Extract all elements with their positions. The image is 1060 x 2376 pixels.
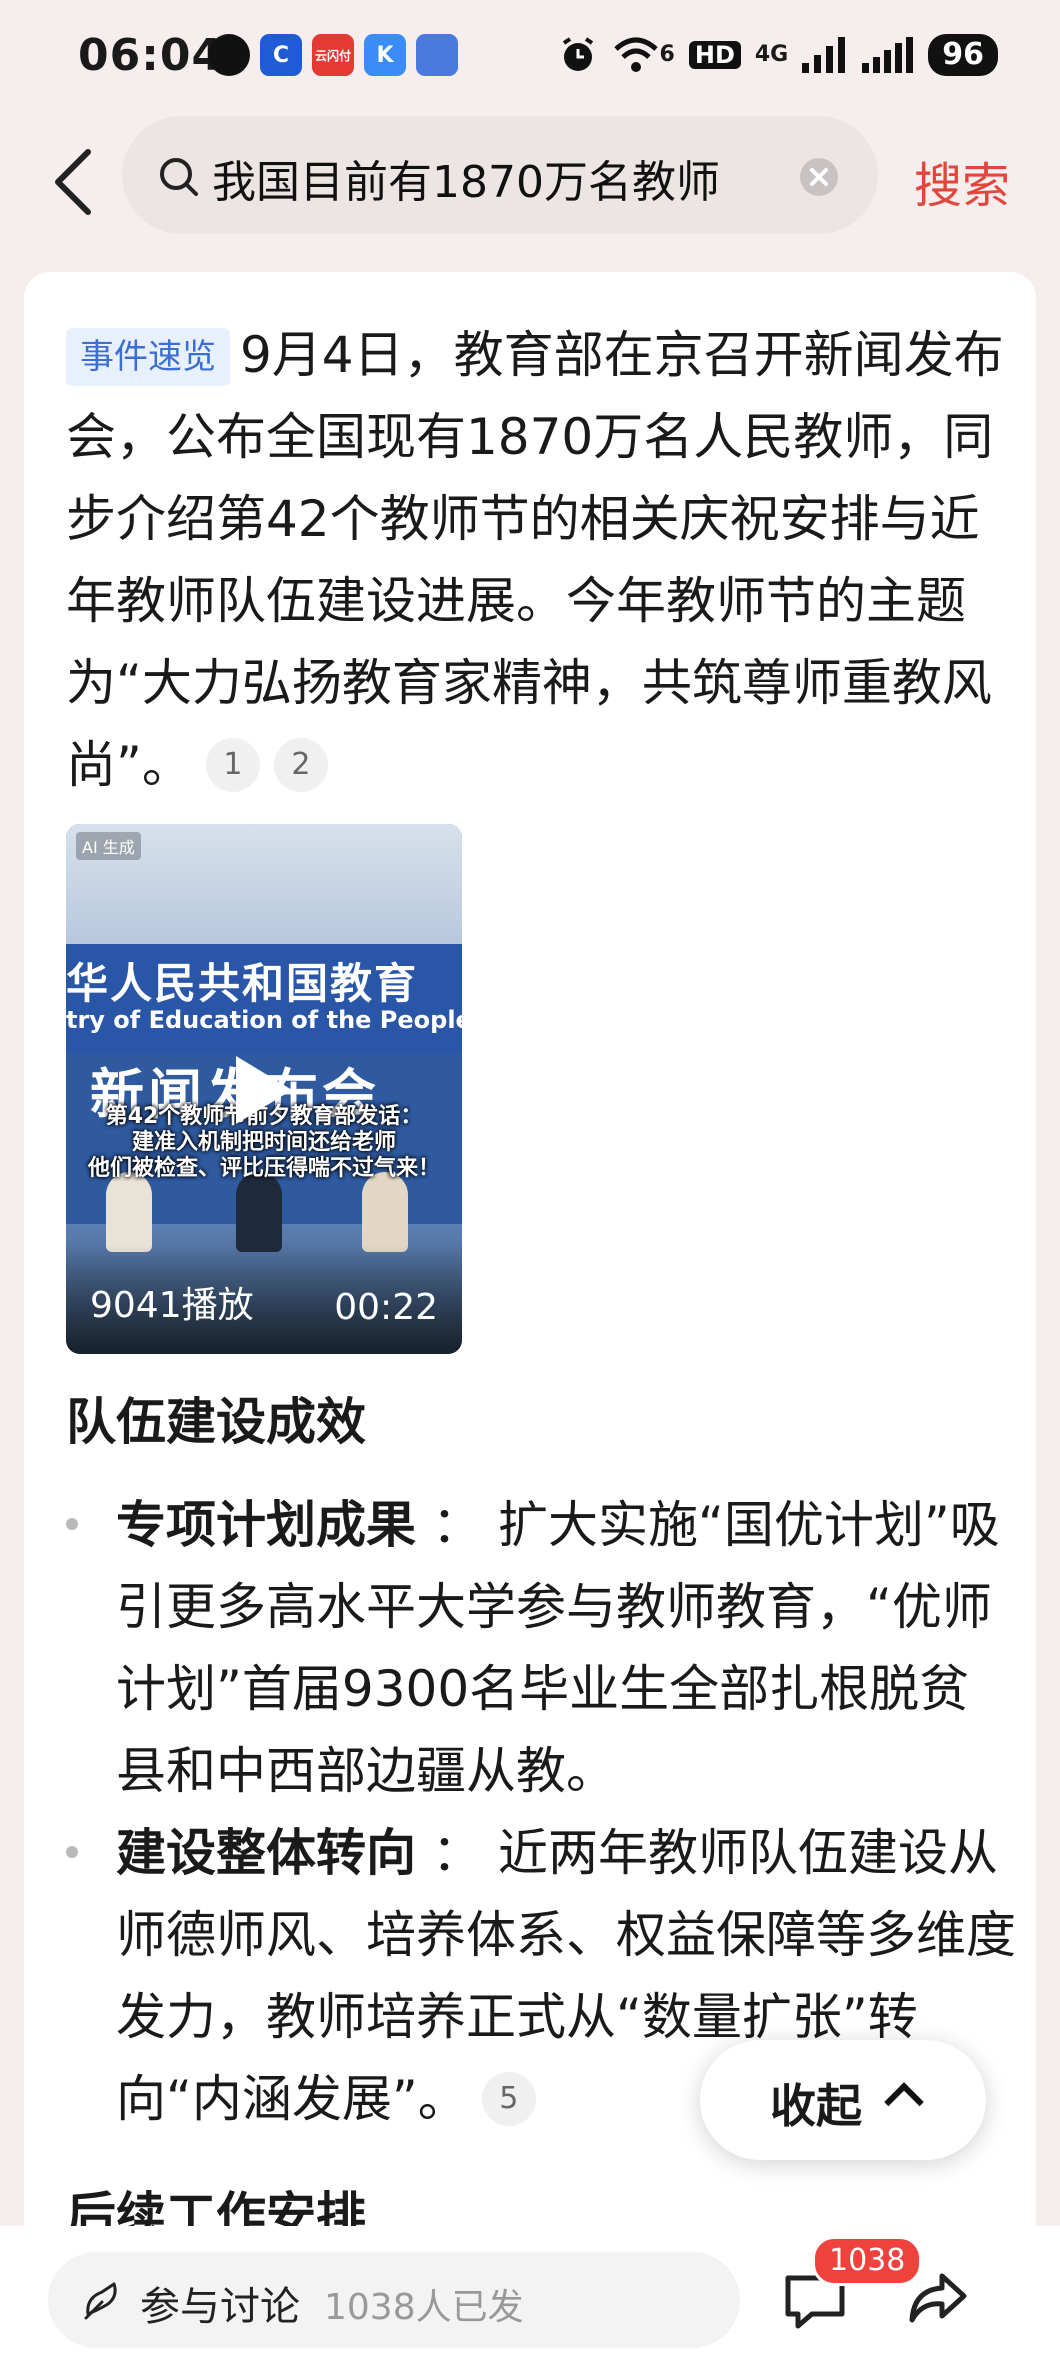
signal-label: 6: [659, 42, 675, 67]
citation-2[interactable]: 2: [273, 738, 328, 792]
chevron-up-icon: [884, 2082, 924, 2122]
collapse-button[interactable]: 收起: [700, 2040, 986, 2160]
list-item-heading: 专项计划成果: [116, 1496, 416, 1554]
back-arrow-icon[interactable]: [50, 146, 96, 218]
signal-bars-icon-2: [862, 37, 914, 73]
network-type: 4G: [754, 42, 789, 67]
bottom-bar: 参与讨论 1038人已发 1038: [0, 2226, 1060, 2376]
video-play-count: 9041播放: [90, 1285, 254, 1326]
video-thumbnail[interactable]: 华人民共和国教育 try of Education of the People'…: [66, 824, 462, 1354]
ai-generated-label: AI 生成: [76, 832, 141, 860]
discussion-count: 1038人已发: [324, 2287, 524, 2328]
discussion-label: 参与讨论: [140, 2284, 300, 2330]
answer-card: 事件速览 9月4日，教育部在京召开新闻发布会，公布全国现有1870万名人民教师，同…: [24, 272, 1036, 2272]
hd-badge: HD: [688, 41, 741, 69]
video-backdrop-subtitle: try of Education of the People's Republi…: [66, 1006, 462, 1034]
intro-paragraph: 事件速览 9月4日，教育部在京召开新闻发布会，公布全国现有1870万名人民教师，同…: [66, 314, 1006, 806]
message-icon: [208, 34, 250, 76]
video-person: [106, 1172, 152, 1252]
signal-bars-icon: [802, 37, 846, 73]
search-button[interactable]: 搜索: [914, 146, 1010, 216]
video-backdrop-title: 华人民共和国教育: [66, 959, 419, 1008]
alarm-icon: [562, 37, 593, 71]
search-query-text: 我国目前有1870万名教师: [212, 157, 720, 208]
section-title-team-building: 队伍建设成效: [66, 1393, 366, 1451]
discussion-input[interactable]: 参与讨论 1038人已发: [48, 2252, 740, 2348]
search-input[interactable]: 我国目前有1870万名教师: [122, 116, 878, 234]
citation-5[interactable]: 5: [481, 2072, 536, 2126]
list-item: 专项计划成果：扩大实施“国优计划”吸引更多高水平大学参与教师教育，“优师计划”首…: [66, 1484, 1016, 1812]
notification-icons: C 云闪付 K: [208, 34, 458, 76]
chart-app-icon: [416, 34, 458, 76]
share-icon[interactable]: [906, 2266, 970, 2330]
battery-indicator: 96: [928, 34, 998, 76]
intro-text: 9月4日，教育部在京召开新闻发布会，公布全国现有1870万名人民教师，同步介绍第…: [66, 326, 1004, 794]
search-icon: [160, 158, 198, 196]
video-duration: 00:22: [334, 1287, 438, 1328]
video-person: [362, 1172, 408, 1252]
status-time: 06:04: [78, 30, 224, 81]
citation-1[interactable]: 1: [205, 738, 260, 792]
wifi-icon: [613, 37, 658, 72]
pen-icon: [84, 2282, 117, 2320]
app-c-icon: C: [260, 34, 302, 76]
status-bar: 06:04 C 云闪付 K 6 HD 4G 96: [0, 0, 1060, 110]
system-indicators: 6 HD 4G 96: [558, 34, 998, 76]
k-app-icon: K: [364, 34, 406, 76]
clear-icon[interactable]: [800, 158, 838, 196]
search-header: 我国目前有1870万名教师 搜索: [0, 110, 1060, 260]
cloud-pay-icon: 云闪付: [312, 34, 354, 76]
video-person: [236, 1172, 282, 1252]
list-item-heading: 建设整体转向: [116, 1824, 416, 1882]
event-summary-tag: 事件速览: [66, 328, 230, 386]
play-icon[interactable]: [236, 1056, 292, 1124]
